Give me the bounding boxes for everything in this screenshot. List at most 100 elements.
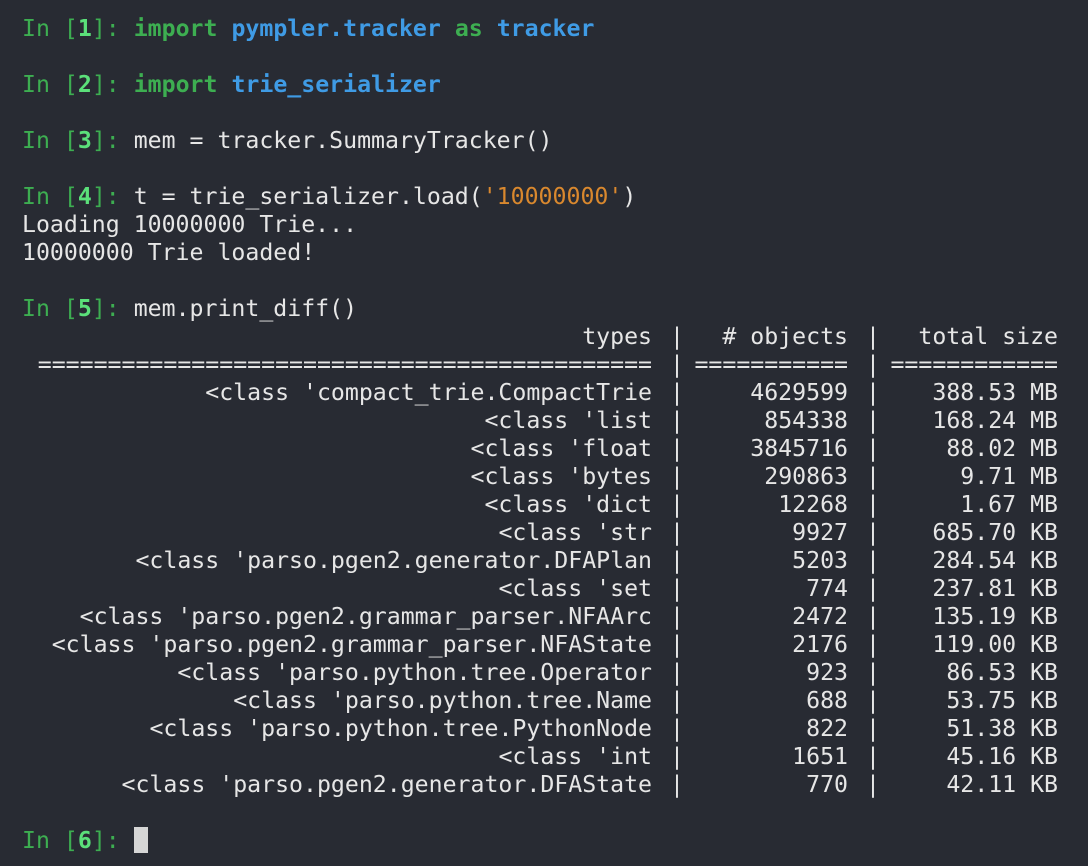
- column-separator: |: [670, 715, 684, 742]
- prompt-suffix: ]:: [91, 15, 134, 42]
- table-header: types | # objects | total size: [22, 323, 1088, 351]
- column-separator: |: [866, 407, 880, 434]
- row-size: 135.19 KB: [932, 603, 1058, 630]
- row-type: <class 'float: [470, 435, 652, 462]
- row-size: 88.02 MB: [946, 435, 1058, 462]
- row-size: 86.53 KB: [946, 659, 1058, 686]
- prompt-prefix: In [: [22, 127, 78, 154]
- column-separator: |: [866, 715, 880, 742]
- row-size: 42.11 KB: [946, 771, 1058, 798]
- prompt-number: 6: [77, 827, 92, 854]
- table-row: <class 'float | 3845716 | 88.02 MB: [22, 435, 1088, 463]
- table-row: <class 'parso.pgen2.generator.DFAPlan | 52…: [22, 547, 1088, 575]
- column-separator: |: [866, 351, 880, 378]
- input-line-3: In [3]: mem = tracker.SummaryTracker(): [22, 127, 1088, 155]
- table-body: <class 'compact_trie.CompactTrie | 4629599…: [22, 379, 1088, 799]
- column-separator: |: [866, 743, 880, 770]
- column-separator: |: [866, 771, 880, 798]
- column-separator: |: [670, 519, 684, 546]
- column-separator: |: [866, 631, 880, 658]
- table-row: <class 'bytes | 290863 | 9.71 MB: [22, 463, 1088, 491]
- row-type: <class 'bytes: [470, 463, 652, 490]
- table-row: <class 'dict | 12268 | 1.67 MB: [22, 491, 1088, 519]
- row-objects: 770: [806, 771, 848, 798]
- table-rule: ========================================…: [22, 351, 1088, 379]
- prompt-suffix: ]:: [91, 127, 134, 154]
- keyword-import: import: [133, 15, 218, 42]
- row-type: <class 'str: [498, 519, 652, 546]
- row-size: 237.81 KB: [932, 575, 1058, 602]
- output-line: 10000000 Trie loaded!: [22, 239, 316, 266]
- column-separator: |: [670, 771, 684, 798]
- table-row: <class 'parso.pgen2.grammar_parser.NFASt…: [22, 631, 1088, 659]
- column-separator: |: [670, 743, 684, 770]
- prompt-prefix: In [: [22, 183, 78, 210]
- row-objects: 12268: [778, 491, 848, 518]
- column-separator: |: [866, 519, 880, 546]
- column-separator: |: [670, 351, 684, 378]
- code-text: ): [622, 183, 637, 210]
- column-separator: |: [866, 659, 880, 686]
- keyword-import: import: [133, 71, 218, 98]
- prompt-number: 3: [77, 127, 92, 154]
- header-types: types: [582, 323, 652, 350]
- column-separator: |: [670, 687, 684, 714]
- string-literal: '10000000': [482, 183, 623, 210]
- table-row: <class 'int | 1651 | 45.16 KB: [22, 743, 1088, 771]
- prompt-number: 5: [77, 295, 92, 322]
- module-alias: tracker: [496, 15, 595, 42]
- rule-size: ============: [890, 351, 1058, 378]
- row-size: 51.38 KB: [946, 715, 1058, 742]
- row-type: <class 'dict: [484, 491, 652, 518]
- table-row: <class 'parso.pgen2.generator.DFAState | 7…: [22, 771, 1088, 799]
- header-size: total size: [918, 323, 1058, 350]
- row-objects: 3845716: [750, 435, 848, 462]
- table-row: <class 'parso.python.tree.PythonNode | 822…: [22, 715, 1088, 743]
- row-type: <class 'list: [484, 407, 652, 434]
- prompt-prefix: In [: [22, 295, 78, 322]
- prompt-suffix: ]:: [91, 71, 134, 98]
- column-separator: |: [670, 463, 684, 490]
- row-objects: 2176: [792, 631, 848, 658]
- code-text: t = trie_serializer.load(: [133, 183, 483, 210]
- table-row: <class 'parso.python.tree.Name | 688 | 53.75…: [22, 687, 1088, 715]
- output-line: Loading 10000000 Trie...: [22, 211, 358, 238]
- rule-objects: ===========: [694, 351, 848, 378]
- prompt-prefix: In [: [22, 827, 78, 854]
- row-objects: 854338: [764, 407, 848, 434]
- column-separator: |: [670, 407, 684, 434]
- column-separator: |: [866, 575, 880, 602]
- row-size: 388.53 MB: [932, 379, 1058, 406]
- table-row: <class 'list | 854338 | 168.24 MB: [22, 407, 1088, 435]
- table-row: <class 'parso.python.tree.Operator | 923 | 8…: [22, 659, 1088, 687]
- row-type: <class 'parso.pgen2.generator.DFAPlan: [135, 547, 652, 574]
- input-line-2: In [2]: import trie_serializer: [22, 71, 1088, 99]
- code-text: mem.print_diff(): [133, 295, 358, 322]
- column-separator: |: [670, 631, 684, 658]
- row-type: <class 'parso.python.tree.Name: [233, 687, 652, 714]
- row-objects: 1651: [792, 743, 848, 770]
- prompt-prefix: In [: [22, 71, 78, 98]
- prompt-suffix: ]:: [91, 827, 134, 854]
- row-size: 685.70 KB: [932, 519, 1058, 546]
- row-objects: 2472: [792, 603, 848, 630]
- prompt-number: 1: [77, 15, 92, 42]
- text-cursor[interactable]: [133, 827, 148, 853]
- column-separator: |: [866, 435, 880, 462]
- row-type: <class 'set: [498, 575, 652, 602]
- column-separator: |: [866, 603, 880, 630]
- row-objects: 923: [806, 659, 848, 686]
- column-separator: |: [866, 323, 880, 350]
- input-line-6[interactable]: In [6]:: [22, 827, 1088, 855]
- code-text: mem = tracker.SummaryTracker(): [133, 127, 553, 154]
- table-row: <class 'str | 9927 | 685.70 KB: [22, 519, 1088, 547]
- row-size: 53.75 KB: [946, 687, 1058, 714]
- keyword-as: as: [454, 15, 483, 42]
- row-objects: 822: [806, 715, 848, 742]
- table-row: <class 'set | 774 | 237.81 KB: [22, 575, 1088, 603]
- row-type: <class 'parso.python.tree.Operator: [177, 659, 652, 686]
- column-separator: |: [866, 379, 880, 406]
- row-objects: 290863: [764, 463, 848, 490]
- column-separator: |: [866, 687, 880, 714]
- row-size: 45.16 KB: [946, 743, 1058, 770]
